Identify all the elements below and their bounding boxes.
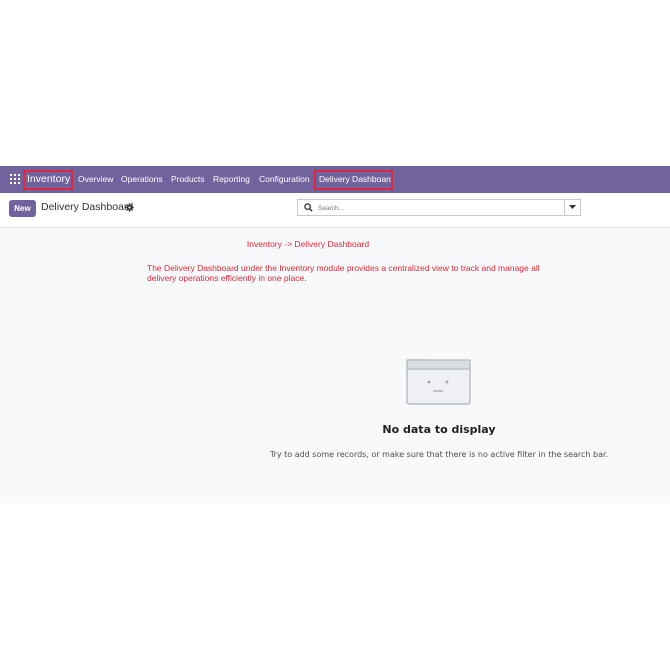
gear-icon[interactable] bbox=[125, 203, 134, 212]
new-button[interactable]: New bbox=[9, 200, 36, 217]
caret-down-icon bbox=[569, 205, 576, 209]
page-title: Delivery Dashboard bbox=[41, 201, 134, 213]
nav-item-configuration[interactable]: Configuration bbox=[259, 171, 310, 187]
control-panel: New Delivery Dashboard bbox=[0, 193, 670, 228]
nav-item-overview[interactable]: Overview bbox=[78, 171, 113, 187]
empty-state-title: No data to display bbox=[382, 423, 496, 436]
search-icon bbox=[304, 203, 313, 212]
apps-grid-icon[interactable] bbox=[10, 174, 20, 184]
search-options-toggle[interactable] bbox=[564, 199, 581, 216]
highlight-box-inventory bbox=[23, 170, 73, 190]
search-input[interactable] bbox=[318, 201, 548, 215]
annotation-description: The Delivery Dashboard under the Invento… bbox=[147, 263, 540, 283]
main-content: Inventory -> Delivery Dashboard The Deli… bbox=[0, 228, 670, 503]
nav-item-products[interactable]: Products bbox=[171, 171, 205, 187]
nav-item-operations[interactable]: Operations bbox=[121, 171, 163, 187]
search-bar[interactable] bbox=[297, 199, 565, 216]
nav-item-reporting[interactable]: Reporting bbox=[213, 171, 250, 187]
annotation-title: Inventory -> Delivery Dashboard bbox=[246, 239, 370, 249]
empty-folder-icon bbox=[406, 359, 471, 405]
highlight-box-delivery-dashboard bbox=[314, 170, 393, 190]
empty-state-message: Try to add some records, or make sure th… bbox=[269, 450, 609, 459]
